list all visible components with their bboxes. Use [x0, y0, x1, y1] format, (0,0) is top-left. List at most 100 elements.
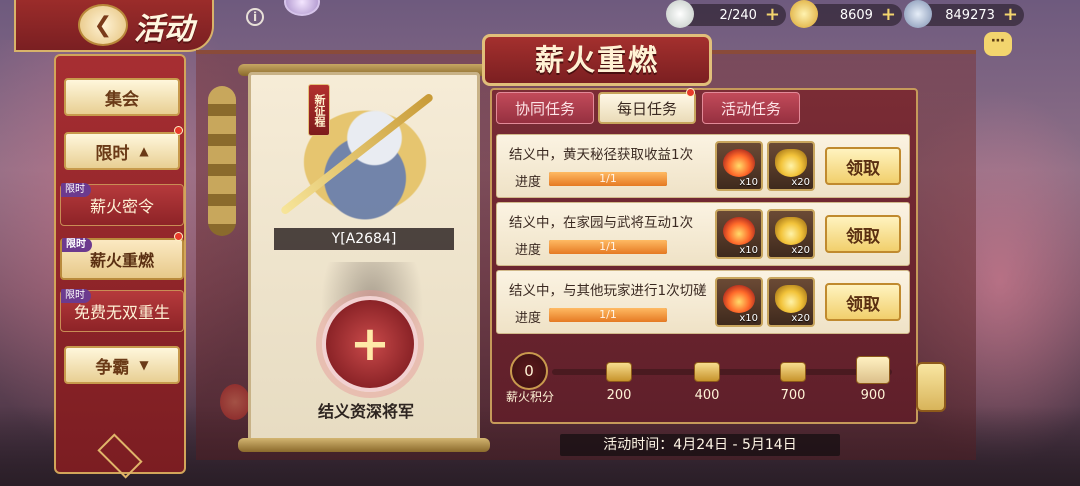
claim-label: 领取: [846, 158, 880, 179]
progress-label: 进度: [515, 311, 542, 326]
chest-icon[interactable]: [780, 362, 806, 382]
reward-quantity: x10: [739, 177, 758, 188]
sidebar-item-xinhuo-rekindle[interactable]: 限时 薪火重燃: [60, 238, 184, 280]
notification-dot: [174, 232, 183, 241]
tab-cooperative-tasks[interactable]: 协同任务: [496, 92, 594, 124]
reward-gold-ingot[interactable]: x20: [767, 141, 815, 191]
reward-quantity: x10: [739, 245, 758, 256]
sidebar: 集会 限时 ▲ 限时 薪火密令 限时 薪火重燃 限时 免费无双重生 争霸 ▼: [54, 54, 186, 474]
sidebar-item-label: 薪火重燃: [89, 251, 154, 270]
reward-quantity: x20: [791, 313, 810, 324]
task-description: 结义中，在家园与武将互动1次: [509, 215, 694, 231]
resource-silver: 2/240 +: [666, 0, 786, 28]
page-title: 活动: [134, 12, 194, 47]
add-gold-ingot-button[interactable]: +: [881, 6, 896, 24]
tab-label: 协同任务: [514, 99, 575, 118]
fire-icon: [723, 217, 755, 245]
tab-label: 活动任务: [720, 99, 781, 118]
sidebar-item-free-rebirth[interactable]: 限时 免费无双重生: [60, 289, 184, 332]
progress-bar: 1/1: [549, 172, 667, 186]
reward-gold-ingot[interactable]: x20: [767, 209, 815, 259]
new-journey-badge: 新征程: [308, 84, 330, 136]
sidebar-category-limited[interactable]: 限时 ▲: [64, 132, 180, 170]
task-row: 结义中，与其他玩家进行1次切磋 进度 1/1 x10 x20 领取: [496, 270, 910, 334]
notification-dot: [174, 126, 183, 135]
tab-event-tasks[interactable]: 活动任务: [702, 92, 800, 124]
claim-label: 领取: [846, 226, 880, 247]
task-description: 结义中，黄天秘径获取收益1次: [509, 147, 694, 163]
lantern-icon: [916, 362, 946, 412]
progress-value: 1/1: [599, 240, 617, 253]
gold-ingot-icon: [790, 0, 818, 28]
gold-ingot-icon: [775, 149, 807, 177]
chat-icon[interactable]: ⋯: [984, 32, 1012, 56]
mascot-avatar[interactable]: [284, 0, 320, 16]
tab-label: 每日任务: [616, 99, 677, 118]
milestone-value: 400: [694, 388, 720, 403]
coin-icon: [904, 0, 932, 28]
milestone-value: 200: [606, 388, 632, 403]
fire-icon: [723, 285, 755, 313]
info-icon[interactable]: i: [246, 8, 264, 26]
resource-silver-value: 2/240: [719, 7, 757, 23]
slot-label: 结义资深将军: [317, 402, 414, 421]
back-arrow-icon: ❮: [93, 12, 113, 38]
add-silver-button[interactable]: +: [765, 6, 780, 24]
chevron-down-icon: ▼: [139, 358, 149, 372]
chest-icon[interactable]: [606, 362, 632, 382]
limited-tag: 限时: [62, 238, 92, 252]
hero-name: Y[A2684]: [274, 228, 454, 250]
points-counter: 0: [510, 352, 548, 390]
chest-icon[interactable]: [694, 362, 720, 382]
event-time: 活动时间：4月24日 - 5月14日: [560, 434, 840, 456]
sidebar-category-contest[interactable]: 争霸 ▼: [64, 346, 180, 384]
sidebar-item-xinhuo-order[interactable]: 限时 薪火密令: [60, 183, 184, 226]
points-track: [552, 369, 892, 375]
chevron-up-icon: ▲: [139, 144, 149, 158]
progress-bar: 1/1: [549, 308, 667, 322]
reward-fire[interactable]: x10: [715, 141, 763, 191]
back-button[interactable]: ❮: [78, 4, 128, 46]
reward-fire[interactable]: x10: [715, 277, 763, 327]
progress-bar: 1/1: [549, 240, 667, 254]
add-general-button[interactable]: +: [322, 296, 418, 392]
reward-quantity: x20: [791, 245, 810, 256]
sidebar-category-label: 限时: [95, 143, 130, 164]
claim-button[interactable]: 领取: [825, 215, 901, 253]
silver-icon: [666, 0, 694, 28]
limited-tag: 限时: [61, 183, 91, 197]
scroll-rod-bottom: [238, 438, 490, 452]
resource-gold-ingot: 8609 +: [790, 0, 902, 28]
sidebar-category-gathering[interactable]: 集会: [64, 78, 180, 116]
sidebar-item-label: 薪火密令: [89, 197, 154, 216]
task-row: 结义中，黄天秘径获取收益1次 进度 1/1 x10 x20 领取: [496, 134, 910, 198]
add-coin-button[interactable]: +: [1003, 6, 1018, 24]
task-row: 结义中，在家园与武将互动1次 进度 1/1 x10 x20 领取: [496, 202, 910, 266]
progress-value: 1/1: [599, 308, 617, 321]
progress-label: 进度: [515, 175, 542, 190]
reward-gold-ingot[interactable]: x20: [767, 277, 815, 327]
reward-quantity: x20: [791, 177, 810, 188]
sidebar-item-label: 免费无双重生: [73, 303, 170, 322]
reward-quantity: x10: [739, 313, 758, 324]
task-description: 结义中，与其他玩家进行1次切磋: [509, 283, 707, 299]
gold-ingot-icon: [775, 217, 807, 245]
points-label: 薪火积分: [505, 390, 554, 404]
notification-dot: [686, 88, 695, 97]
fire-icon: [723, 149, 755, 177]
claim-button[interactable]: 领取: [825, 147, 901, 185]
sidebar-category-label: 集会: [105, 89, 139, 110]
gold-ingot-icon: [775, 285, 807, 313]
resource-coin: 849273 +: [904, 0, 1024, 28]
progress-value: 1/1: [599, 172, 617, 185]
tab-daily-tasks[interactable]: 每日任务: [598, 92, 696, 124]
resource-coin-value: 849273: [945, 7, 995, 23]
large-chest-icon[interactable]: [856, 356, 890, 384]
reward-fire[interactable]: x10: [715, 209, 763, 259]
progress-label: 进度: [515, 243, 542, 258]
limited-tag: 限时: [61, 289, 91, 303]
claim-button[interactable]: 领取: [825, 283, 901, 321]
coin-string-icon: [208, 86, 236, 236]
hero-portrait[interactable]: [270, 82, 460, 242]
resource-gold-ingot-value: 8609: [839, 7, 873, 23]
